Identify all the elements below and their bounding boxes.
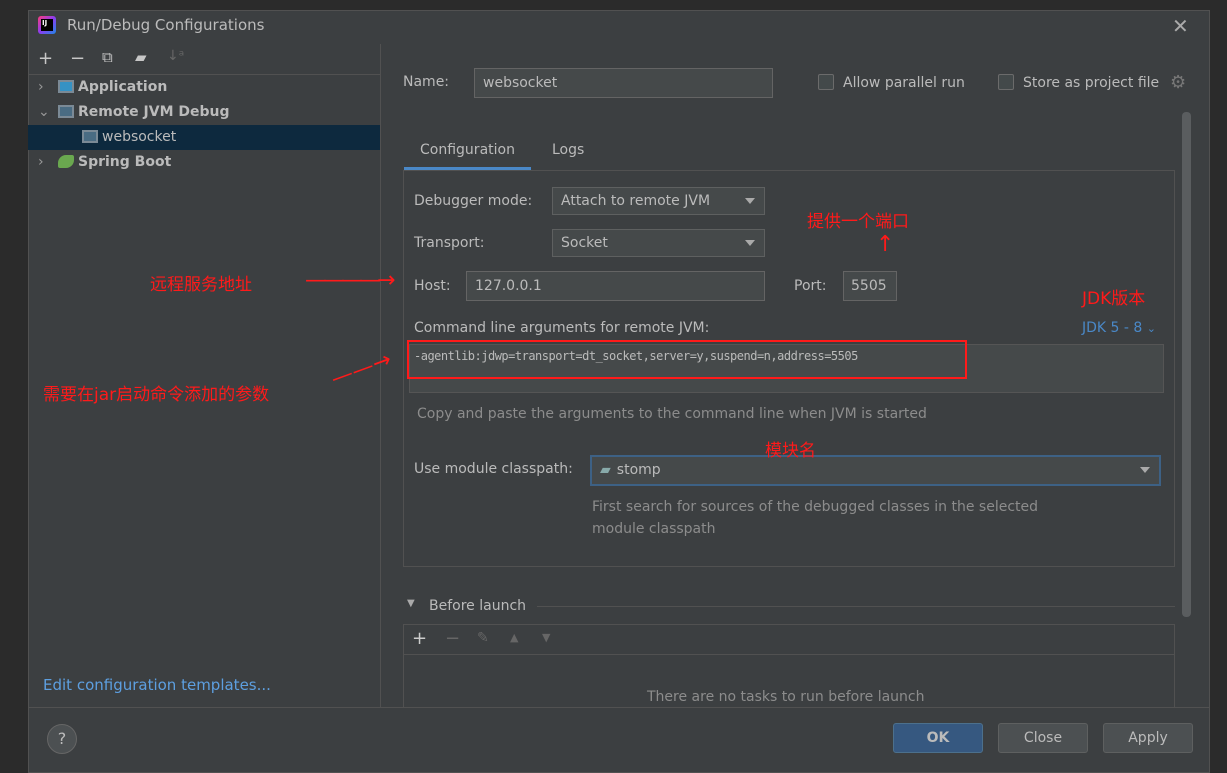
ok-button[interactable]: OK — [893, 723, 983, 753]
tree-item-websocket[interactable]: websocket — [28, 125, 380, 150]
tree-item-application[interactable]: › Application — [28, 75, 380, 100]
store-project-label: Store as project file — [1023, 75, 1160, 91]
store-project-checkbox[interactable] — [998, 74, 1014, 90]
port-label: Port: — [794, 278, 827, 294]
add-icon[interactable]: + — [38, 48, 53, 69]
annotation-jdk: JDK版本 — [1082, 289, 1146, 309]
divider — [404, 654, 1174, 655]
no-tasks-text: There are no tasks to run before launch — [647, 689, 925, 705]
debugger-mode-select[interactable]: Attach to remote JVM — [552, 187, 765, 215]
tab-logs[interactable]: Logs — [552, 138, 584, 162]
tree-label: websocket — [102, 129, 177, 145]
divider — [537, 606, 1175, 607]
module-label: Use module classpath: — [414, 461, 573, 477]
module-select[interactable]: ▰ stomp — [590, 455, 1161, 486]
host-input[interactable]: 127.0.0.1 — [466, 271, 765, 301]
dropdown-arrow-icon — [745, 198, 755, 209]
name-label: Name: — [403, 74, 450, 90]
sort-icon[interactable]: ↓ᵃ — [167, 48, 184, 64]
allow-parallel-checkbox[interactable] — [818, 74, 834, 90]
close-icon[interactable]: ✕ — [1172, 14, 1189, 38]
jdk-version-value: JDK 5 - 8 — [1082, 320, 1143, 336]
annotation-module: 模块名 — [765, 441, 816, 461]
tree-label: Application — [78, 79, 168, 95]
tree-label: Remote JVM Debug — [78, 104, 230, 120]
chevron-right-icon: › — [38, 79, 44, 95]
add-task-icon[interactable]: + — [412, 628, 427, 649]
tree-item-remote-jvm-debug[interactable]: ⌄ Remote JVM Debug — [28, 100, 380, 125]
tree-item-spring-boot[interactable]: › Spring Boot — [28, 150, 380, 175]
scrollbar[interactable] — [1182, 112, 1191, 617]
host-label: Host: — [414, 278, 451, 294]
folder-add-icon[interactable]: ▰ — [135, 48, 147, 66]
port-input[interactable]: 5505 — [843, 271, 897, 301]
transport-select[interactable]: Socket — [552, 229, 765, 257]
remote-debug-icon — [82, 130, 98, 143]
chevron-down-icon: ⌄ — [1146, 322, 1156, 335]
apply-button[interactable]: Apply — [1103, 723, 1193, 753]
jdk-version-select[interactable]: JDK 5 - 8 ⌄ — [1082, 320, 1156, 336]
dialog-title: Run/Debug Configurations — [67, 16, 265, 34]
remove-icon[interactable]: − — [70, 48, 85, 69]
tab-configuration[interactable]: Configuration — [404, 138, 531, 170]
help-button[interactable]: ? — [47, 724, 77, 754]
transport-label: Transport: — [414, 235, 485, 251]
before-launch-label: Before launch — [429, 598, 527, 614]
annotation-args: 需要在jar启动命令添加的参数 — [43, 385, 270, 405]
debugger-mode-label: Debugger mode: — [414, 193, 533, 209]
transport-value: Socket — [561, 235, 608, 251]
allow-parallel-label: Allow parallel run — [843, 75, 965, 91]
arrow-up-icon: ↑ — [876, 232, 895, 257]
close-button[interactable]: Close — [998, 723, 1088, 753]
tree-label: Spring Boot — [78, 154, 172, 170]
application-icon — [58, 80, 74, 93]
chevron-right-icon: › — [38, 154, 44, 170]
move-down-icon[interactable]: ▼ — [542, 631, 550, 644]
collapse-icon[interactable]: ▼ — [407, 598, 415, 609]
cmd-label: Command line arguments for remote JVM: — [414, 320, 710, 336]
remove-task-icon[interactable]: − — [445, 628, 460, 649]
module-hint: First search for sources of the debugged… — [592, 499, 1039, 537]
spring-boot-icon — [58, 155, 74, 168]
dropdown-arrow-icon — [745, 240, 755, 251]
dropdown-arrow-icon — [1140, 467, 1150, 478]
remote-debug-icon — [58, 105, 74, 118]
module-value: stomp — [616, 462, 661, 478]
gear-icon[interactable]: ⚙ — [1170, 72, 1186, 93]
copy-icon[interactable]: ⧉ — [102, 48, 113, 66]
folder-icon: ▰ — [600, 462, 611, 478]
edit-task-icon[interactable]: ✎ — [477, 630, 489, 646]
edit-templates-link[interactable]: Edit configuration templates... — [43, 676, 271, 694]
debugger-mode-value: Attach to remote JVM — [561, 193, 711, 209]
arrow-right-icon: ————→ — [305, 268, 395, 293]
annotation-highlight-box — [407, 340, 967, 379]
name-input[interactable]: websocket — [474, 68, 773, 98]
intellij-logo-icon: IJ — [38, 16, 56, 34]
annotation-port: 提供一个端口 — [807, 212, 909, 232]
cmd-hint: Copy and paste the arguments to the comm… — [417, 406, 927, 422]
chevron-down-icon: ⌄ — [38, 104, 50, 120]
annotation-host: 远程服务地址 — [150, 275, 252, 295]
move-up-icon[interactable]: ▲ — [510, 631, 518, 644]
